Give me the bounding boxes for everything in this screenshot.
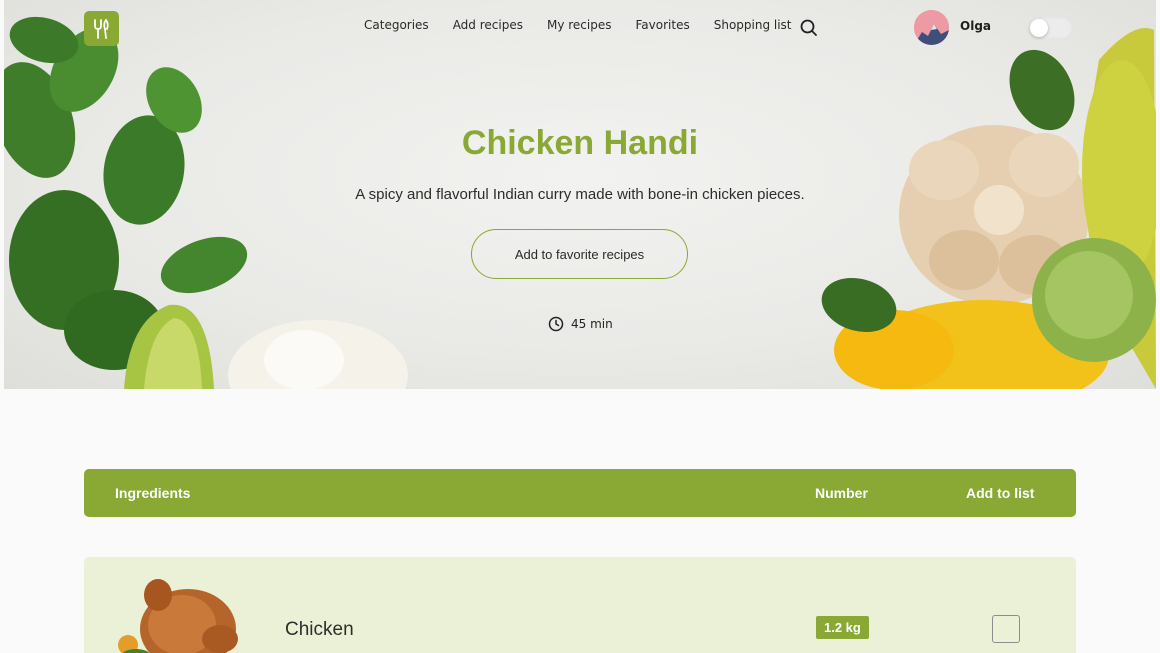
nav-add-recipes[interactable]: Add recipes xyxy=(453,18,523,32)
nav-shopping-list[interactable]: Shopping list xyxy=(714,18,792,32)
nav-favorites[interactable]: Favorites xyxy=(636,18,690,32)
header-add-to-list: Add to list xyxy=(966,485,1035,501)
recipe-title: Chicken Handi xyxy=(461,124,699,162)
main-nav: Categories Add recipes My recipes Favori… xyxy=(364,18,816,32)
header-ingredients: Ingredients xyxy=(115,485,191,501)
avatar[interactable] xyxy=(914,10,949,45)
add-to-favorites-button[interactable]: Add to favorite recipes xyxy=(471,229,688,279)
cook-time-value: 45 min xyxy=(571,317,613,331)
nav-categories[interactable]: Categories xyxy=(364,18,429,32)
avatar-image xyxy=(914,10,949,45)
theme-toggle[interactable] xyxy=(1028,17,1073,39)
logo[interactable] xyxy=(84,11,119,46)
add-to-list-checkbox[interactable] xyxy=(992,615,1020,643)
ingredient-name: Chicken xyxy=(285,619,354,640)
clock-icon xyxy=(548,316,564,332)
fork-spoon-icon xyxy=(93,18,109,39)
table-row: Chicken 1.2 kg xyxy=(84,557,1076,653)
search-icon xyxy=(800,19,817,36)
ingredient-amount-badge: 1.2 kg xyxy=(816,616,869,639)
ingredients-table-header: Ingredients Number Add to list xyxy=(84,469,1076,517)
toggle-knob xyxy=(1030,19,1048,37)
recipe-page: Categories Add recipes My recipes Favori… xyxy=(0,0,1160,653)
recipe-description: A spicy and flavorful Indian curry made … xyxy=(355,186,805,203)
header-number: Number xyxy=(815,485,868,501)
cook-time: 45 min xyxy=(548,316,613,332)
user-name: Olga xyxy=(960,19,992,33)
search-button[interactable] xyxy=(799,18,819,38)
nav-my-recipes[interactable]: My recipes xyxy=(547,18,612,32)
chicken-image xyxy=(118,579,238,653)
